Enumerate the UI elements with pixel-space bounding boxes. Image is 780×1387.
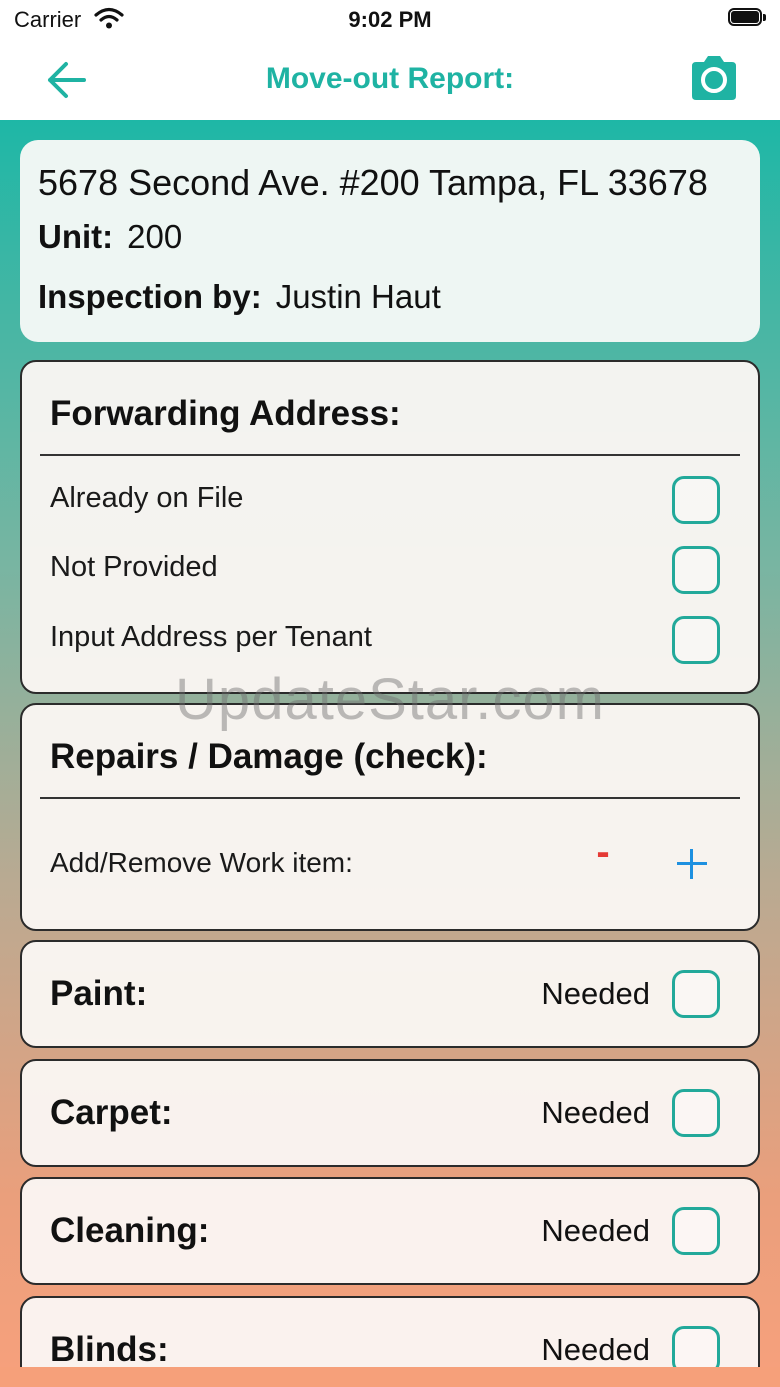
camera-button[interactable] [688,54,740,102]
page-title: Move-out Report: [265,62,515,95]
inspector-line: Inspection by: Justin Haut [38,278,441,316]
forwarding-title: Forwarding Address: [50,394,401,433]
inspector-value: Justin Haut [275,278,441,315]
clock-time: 9:02 PM [348,7,432,32]
option-already-on-file-checkbox[interactable] [672,476,720,524]
status-bar: Carrier 9:02 PM [0,0,780,40]
work-item-status: Needed [541,1095,650,1130]
navigation-bar: Move-out Report: [0,40,780,120]
option-input-address-label: Input Address per Tenant [50,621,372,653]
inspector-label: Inspection by: [38,278,262,315]
unit-line: Unit: 200 [38,218,182,256]
property-address: 5678 Second Ave. #200 Tampa, FL 33678 [38,162,708,203]
unit-value: 200 [127,218,183,255]
repairs-title: Repairs / Damage (check): [50,737,488,776]
work-item-paint: Paint: Needed [20,940,760,1048]
camera-icon [692,56,736,100]
cleaning-needed-checkbox[interactable] [672,1207,720,1255]
carpet-needed-checkbox[interactable] [672,1089,720,1137]
work-item-carpet: Carpet: Needed [20,1059,760,1167]
add-work-item-button[interactable] [677,849,707,879]
work-item-title: Carpet: [50,1093,173,1132]
repairs-damage-card: Repairs / Damage (check): Add/Remove Wor… [20,703,760,931]
work-item-status: Needed [541,1332,650,1367]
unit-label: Unit: [38,218,114,255]
forwarding-divider [40,454,740,456]
work-item-status: Needed [541,976,650,1011]
property-info-card: 5678 Second Ave. #200 Tampa, FL 33678 Un… [20,140,760,342]
report-content: 5678 Second Ave. #200 Tampa, FL 33678 Un… [0,120,780,1387]
paint-needed-checkbox[interactable] [672,970,720,1018]
option-not-provided-checkbox[interactable] [672,546,720,594]
work-item-label: Add/Remove Work item: [50,847,353,878]
forwarding-address-card: Forwarding Address: Already on File Not … [20,360,760,694]
work-item-title: Paint: [50,974,148,1013]
option-already-on-file-label: Already on File [50,482,244,514]
option-not-provided-label: Not Provided [50,551,218,583]
work-item-cleaning: Cleaning: Needed [20,1177,760,1285]
bottom-strip [0,1367,780,1387]
work-item-title: Cleaning: [50,1211,210,1250]
work-item-title: Blinds: [50,1330,169,1369]
remove-work-item-button[interactable]: - [588,832,618,872]
option-input-address-checkbox[interactable] [672,616,720,664]
repairs-divider [40,797,740,799]
work-item-status: Needed [541,1213,650,1248]
battery-icon [728,8,768,28]
